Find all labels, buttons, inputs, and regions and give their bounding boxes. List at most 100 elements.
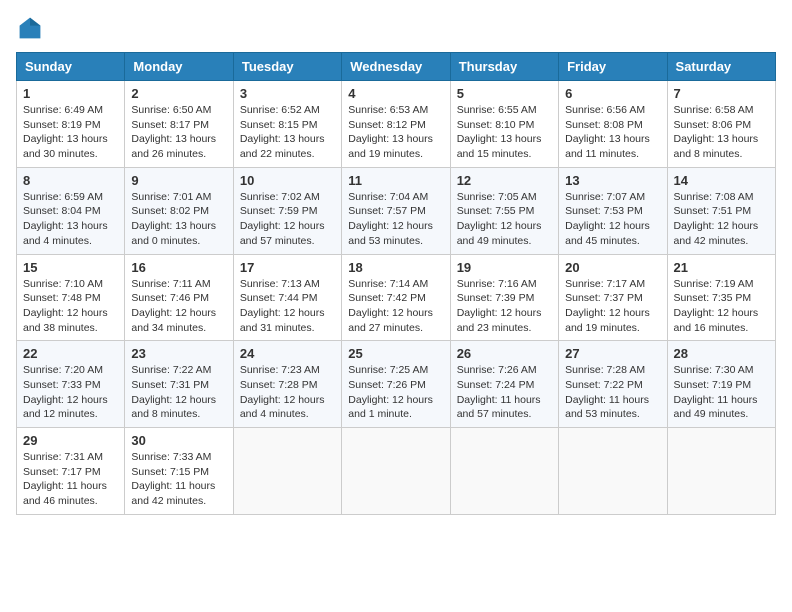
day-number: 30 [131,433,226,448]
day-number: 26 [457,346,552,361]
day-number: 8 [23,173,118,188]
cell-content: Sunrise: 6:55 AM Sunset: 8:10 PM Dayligh… [457,103,552,162]
day-number: 7 [674,86,769,101]
day-number: 17 [240,260,335,275]
cell-content: Sunrise: 7:26 AM Sunset: 7:24 PM Dayligh… [457,363,552,422]
day-number: 22 [23,346,118,361]
cell-content: Sunrise: 7:02 AM Sunset: 7:59 PM Dayligh… [240,190,335,249]
calendar-cell: 4 Sunrise: 6:53 AM Sunset: 8:12 PM Daylig… [342,81,450,168]
calendar-cell [450,428,558,515]
day-number: 1 [23,86,118,101]
day-number: 19 [457,260,552,275]
day-header-monday: Monday [125,53,233,81]
day-header-tuesday: Tuesday [233,53,341,81]
day-number: 28 [674,346,769,361]
day-number: 25 [348,346,443,361]
cell-content: Sunrise: 7:07 AM Sunset: 7:53 PM Dayligh… [565,190,660,249]
calendar-cell: 19Sunrise: 7:16 AM Sunset: 7:39 PM Dayli… [450,254,558,341]
cell-content: Sunrise: 7:25 AM Sunset: 7:26 PM Dayligh… [348,363,443,422]
calendar-cell: 22Sunrise: 7:20 AM Sunset: 7:33 PM Dayli… [17,341,125,428]
day-header-thursday: Thursday [450,53,558,81]
calendar-cell: 18 Sunrise: 7:14 AM Sunset: 7:42 PM Dayli… [342,254,450,341]
cell-content: Sunrise: 6:52 AM Sunset: 8:15 PM Dayligh… [240,103,335,162]
calendar-cell [667,428,775,515]
calendar-cell: 30 Sunrise: 7:33 AM Sunset: 7:15 PM Dayli… [125,428,233,515]
day-number: 20 [565,260,660,275]
day-header-sunday: Sunday [17,53,125,81]
day-number: 9 [131,173,226,188]
cell-content: Sunrise: 7:33 AM Sunset: 7:15 PM Dayligh… [131,450,226,509]
cell-content: Sunrise: 7:10 AM Sunset: 7:48 PM Dayligh… [23,277,118,336]
calendar-cell: 3Sunrise: 6:52 AM Sunset: 8:15 PM Daylig… [233,81,341,168]
calendar-cell: 11 Sunrise: 7:04 AM Sunset: 7:57 PM Dayli… [342,167,450,254]
cell-content: Sunrise: 6:49 AM Sunset: 8:19 PM Dayligh… [23,103,118,162]
calendar-cell: 13Sunrise: 7:07 AM Sunset: 7:53 PM Dayli… [559,167,667,254]
cell-content: Sunrise: 7:22 AM Sunset: 7:31 PM Dayligh… [131,363,226,422]
calendar-cell: 17 Sunrise: 7:13 AM Sunset: 7:44 PM Dayli… [233,254,341,341]
day-number: 23 [131,346,226,361]
day-number: 6 [565,86,660,101]
cell-content: Sunrise: 7:05 AM Sunset: 7:55 PM Dayligh… [457,190,552,249]
day-number: 5 [457,86,552,101]
day-number: 11 [348,173,443,188]
cell-content: Sunrise: 6:53 AM Sunset: 8:12 PM Dayligh… [348,103,443,162]
cell-content: Sunrise: 7:28 AM Sunset: 7:22 PM Dayligh… [565,363,660,422]
calendar-cell: 15 Sunrise: 7:10 AM Sunset: 7:48 PM Dayli… [17,254,125,341]
cell-content: Sunrise: 6:56 AM Sunset: 8:08 PM Dayligh… [565,103,660,162]
day-header-wednesday: Wednesday [342,53,450,81]
calendar-cell [559,428,667,515]
day-number: 24 [240,346,335,361]
cell-content: Sunrise: 7:14 AM Sunset: 7:42 PM Dayligh… [348,277,443,336]
calendar-cell: 27 Sunrise: 7:28 AM Sunset: 7:22 PM Dayli… [559,341,667,428]
cell-content: Sunrise: 7:17 AM Sunset: 7:37 PM Dayligh… [565,277,660,336]
cell-content: Sunrise: 6:59 AM Sunset: 8:04 PM Dayligh… [23,190,118,249]
day-number: 29 [23,433,118,448]
calendar-cell [342,428,450,515]
cell-content: Sunrise: 7:19 AM Sunset: 7:35 PM Dayligh… [674,277,769,336]
calendar-cell: 6 Sunrise: 6:56 AM Sunset: 8:08 PM Daylig… [559,81,667,168]
day-header-friday: Friday [559,53,667,81]
calendar-cell: 20 Sunrise: 7:17 AM Sunset: 7:37 PM Dayli… [559,254,667,341]
cell-content: Sunrise: 7:01 AM Sunset: 8:02 PM Dayligh… [131,190,226,249]
cell-content: Sunrise: 7:23 AM Sunset: 7:28 PM Dayligh… [240,363,335,422]
calendar-cell: 5 Sunrise: 6:55 AM Sunset: 8:10 PM Daylig… [450,81,558,168]
calendar-cell: 8 Sunrise: 6:59 AM Sunset: 8:04 PM Daylig… [17,167,125,254]
calendar-cell: 26 Sunrise: 7:26 AM Sunset: 7:24 PM Dayli… [450,341,558,428]
page-header [16,16,776,40]
cell-content: Sunrise: 7:11 AM Sunset: 7:46 PM Dayligh… [131,277,226,336]
cell-content: Sunrise: 7:04 AM Sunset: 7:57 PM Dayligh… [348,190,443,249]
calendar-table: SundayMondayTuesdayWednesdayThursdayFrid… [16,52,776,515]
day-number: 21 [674,260,769,275]
day-number: 18 [348,260,443,275]
calendar-cell: 9 Sunrise: 7:01 AM Sunset: 8:02 PM Daylig… [125,167,233,254]
day-number: 4 [348,86,443,101]
day-number: 10 [240,173,335,188]
cell-content: Sunrise: 6:58 AM Sunset: 8:06 PM Dayligh… [674,103,769,162]
cell-content: Sunrise: 7:08 AM Sunset: 7:51 PM Dayligh… [674,190,769,249]
calendar-cell [233,428,341,515]
cell-content: Sunrise: 7:13 AM Sunset: 7:44 PM Dayligh… [240,277,335,336]
calendar-cell: 12Sunrise: 7:05 AM Sunset: 7:55 PM Dayli… [450,167,558,254]
calendar-week-row: 15 Sunrise: 7:10 AM Sunset: 7:48 PM Dayli… [17,254,776,341]
calendar-cell: 21 Sunrise: 7:19 AM Sunset: 7:35 PM Dayli… [667,254,775,341]
calendar-cell: 24 Sunrise: 7:23 AM Sunset: 7:28 PM Dayli… [233,341,341,428]
calendar-cell: 14Sunrise: 7:08 AM Sunset: 7:51 PM Dayli… [667,167,775,254]
day-number: 16 [131,260,226,275]
day-number: 15 [23,260,118,275]
cell-content: Sunrise: 7:30 AM Sunset: 7:19 PM Dayligh… [674,363,769,422]
calendar-body: 1 Sunrise: 6:49 AM Sunset: 8:19 PM Daylig… [17,81,776,515]
day-number: 2 [131,86,226,101]
calendar-week-row: 22Sunrise: 7:20 AM Sunset: 7:33 PM Dayli… [17,341,776,428]
calendar-cell: 2 Sunrise: 6:50 AM Sunset: 8:17 PM Daylig… [125,81,233,168]
day-header-saturday: Saturday [667,53,775,81]
calendar-week-row: 29Sunrise: 7:31 AM Sunset: 7:17 PM Dayli… [17,428,776,515]
cell-content: Sunrise: 6:50 AM Sunset: 8:17 PM Dayligh… [131,103,226,162]
calendar-week-row: 8 Sunrise: 6:59 AM Sunset: 8:04 PM Daylig… [17,167,776,254]
calendar-cell: 1 Sunrise: 6:49 AM Sunset: 8:19 PM Daylig… [17,81,125,168]
calendar-cell: 28 Sunrise: 7:30 AM Sunset: 7:19 PM Dayli… [667,341,775,428]
calendar-cell: 16 Sunrise: 7:11 AM Sunset: 7:46 PM Dayli… [125,254,233,341]
logo [16,16,42,40]
day-number: 27 [565,346,660,361]
calendar-cell: 23 Sunrise: 7:22 AM Sunset: 7:31 PM Dayli… [125,341,233,428]
calendar-cell: 7 Sunrise: 6:58 AM Sunset: 8:06 PM Daylig… [667,81,775,168]
